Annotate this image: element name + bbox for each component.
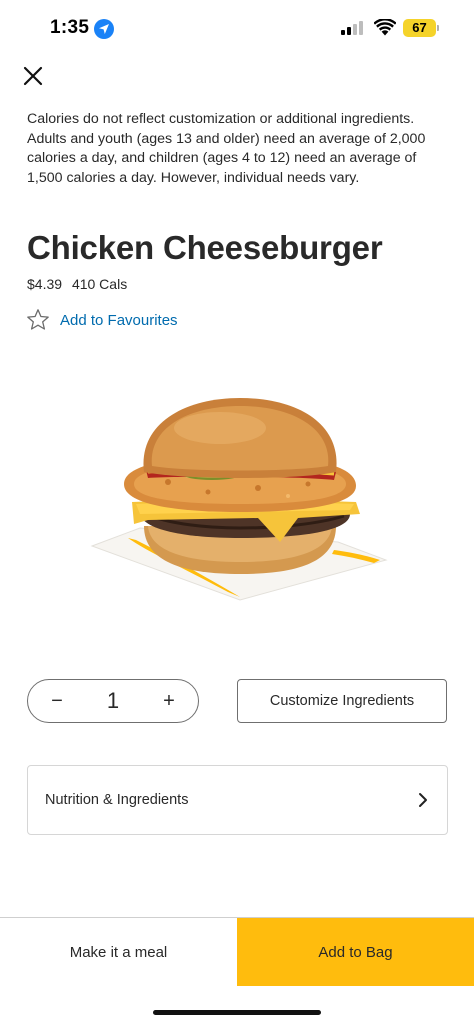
close-icon — [23, 66, 43, 86]
price-calories-row: $4.39 410 Cals — [27, 276, 127, 292]
decrement-button[interactable]: − — [46, 690, 68, 712]
wifi-icon — [373, 18, 397, 41]
quantity-value: 1 — [106, 688, 120, 713]
quantity-stepper: − 1 + — [27, 679, 199, 723]
product-title: Chicken Cheeseburger — [27, 229, 383, 266]
add-to-bag-button[interactable]: Add to Bag — [237, 918, 474, 986]
chevron-right-icon — [419, 793, 427, 807]
chicken-cheeseburger-image — [88, 392, 388, 604]
add-to-favourites-button[interactable]: Add to Favourites — [26, 308, 178, 332]
calorie-disclaimer: Calories do not reflect customization or… — [27, 111, 426, 186]
star-outline-icon — [27, 309, 49, 330]
cellular-signal-icon — [341, 21, 365, 35]
product-price: $4.39 — [27, 276, 63, 292]
home-indicator — [153, 1010, 321, 1015]
make-it-a-meal-button[interactable]: Make it a meal — [0, 918, 237, 986]
location-arrow-icon — [94, 19, 114, 39]
battery-level: 67 — [403, 19, 436, 37]
status-bar: 1:35 67 — [0, 0, 474, 56]
favourites-label: Add to Favourites — [60, 311, 178, 329]
customize-ingredients-button[interactable]: Customize Ingredients — [237, 679, 447, 723]
increment-button[interactable]: + — [158, 690, 180, 712]
close-button[interactable] — [20, 63, 46, 89]
status-time: 1:35 — [50, 17, 90, 38]
product-calories: 410 Cals — [71, 276, 128, 292]
bottom-action-bar: Make it a meal Add to Bag — [0, 917, 474, 986]
battery-tip — [437, 25, 439, 31]
nutrition-ingredients-label: Nutrition & Ingredients — [45, 792, 189, 808]
nutrition-ingredients-row[interactable]: Nutrition & Ingredients — [27, 765, 448, 835]
